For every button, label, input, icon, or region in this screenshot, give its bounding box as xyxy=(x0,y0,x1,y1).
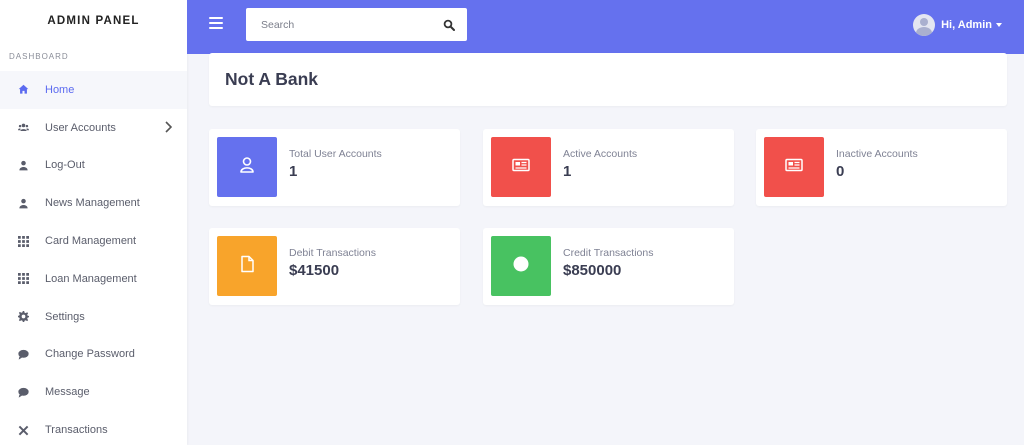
stat-card-total-user-accounts: Total User Accounts 1 xyxy=(209,129,460,206)
comment-icon xyxy=(18,349,29,360)
sidebar-item-change-password[interactable]: Change Password xyxy=(0,336,187,374)
sidebar-item-label: Message xyxy=(45,386,90,399)
sidebar-item-label: News Management xyxy=(45,197,140,210)
sidebar-item-news-management[interactable]: News Management xyxy=(0,184,187,222)
sidebar-item-transactions[interactable]: Transactions xyxy=(0,411,187,445)
brand-title: ADMIN PANEL xyxy=(47,14,140,27)
gear-icon xyxy=(18,311,29,323)
user-menu[interactable]: Hi, Admin xyxy=(913,14,1002,36)
stat-value: 1 xyxy=(563,163,572,180)
search-input[interactable] xyxy=(246,18,426,31)
sidebar-item-settings[interactable]: Settings xyxy=(0,298,187,336)
topbar: Hi, Admin xyxy=(187,0,1024,54)
stat-icon-box xyxy=(491,236,551,296)
sidebar-item-label: Home xyxy=(45,83,75,96)
stat-card-credit-transactions: Credit Transactions $850000 xyxy=(483,228,734,305)
newspaper-icon xyxy=(785,156,803,179)
stat-icon-box xyxy=(217,137,277,197)
newspaper-icon xyxy=(512,156,530,179)
grid-icon xyxy=(18,235,29,247)
stat-card-inactive-accounts: Inactive Accounts 0 xyxy=(756,129,1007,206)
page-title: Not A Bank xyxy=(225,69,319,89)
stat-label: Credit Transactions xyxy=(563,247,654,259)
circle-icon xyxy=(512,255,530,278)
page-title-card: Not A Bank xyxy=(209,53,1007,106)
sidebar-item-label: Log-Out xyxy=(45,159,85,172)
stat-label: Debit Transactions xyxy=(289,247,376,259)
stat-value: 1 xyxy=(289,163,298,180)
avatar xyxy=(913,14,936,36)
stat-card-active-accounts: Active Accounts 1 xyxy=(483,129,734,206)
sidebar-item-card-management[interactable]: Card Management xyxy=(0,222,187,260)
sidebar-item-loan-management[interactable]: Loan Management xyxy=(0,260,187,298)
sidebar-item-label: Settings xyxy=(45,310,85,323)
stat-value: $41500 xyxy=(289,262,340,279)
file-icon xyxy=(238,255,256,278)
caret-down-icon xyxy=(996,23,1002,27)
users-icon xyxy=(18,122,29,133)
search-box xyxy=(246,8,467,41)
stat-icon-box xyxy=(491,137,551,197)
sidebar-item-label: Loan Management xyxy=(45,272,137,285)
sidebar-item-log-out[interactable]: Log-Out xyxy=(0,147,187,185)
user-icon xyxy=(18,198,29,209)
sidebar-item-home[interactable]: Home xyxy=(0,71,187,109)
stat-label: Active Accounts xyxy=(563,148,638,160)
sidebar-item-user-accounts[interactable]: User Accounts xyxy=(0,109,187,147)
sidebar-item-message[interactable]: Message xyxy=(0,373,187,411)
stat-label: Total User Accounts xyxy=(289,148,382,160)
section-label: DASHBOARD xyxy=(9,52,69,61)
home-icon xyxy=(18,84,29,95)
sidebar-item-label: Transactions xyxy=(45,424,108,437)
comment-icon xyxy=(18,387,29,398)
sidebar: ADMIN PANEL DASHBOARD Home User Accounts… xyxy=(0,0,187,445)
search-icon[interactable] xyxy=(443,18,455,31)
menu-toggle-icon[interactable] xyxy=(209,17,223,31)
chevron-right-icon[interactable] xyxy=(164,121,173,133)
sidebar-nav: Home User Accounts Log-Out News Manageme… xyxy=(0,71,187,445)
stat-value: 0 xyxy=(836,163,845,180)
stat-icon-box xyxy=(764,137,824,197)
stat-icon-box xyxy=(217,236,277,296)
sidebar-item-label: User Accounts xyxy=(45,121,116,134)
tools-icon xyxy=(18,425,29,436)
user-icon xyxy=(18,160,29,171)
stat-card-debit-transactions: Debit Transactions $41500 xyxy=(209,228,460,305)
grid-icon xyxy=(18,273,29,285)
sidebar-item-label: Card Management xyxy=(45,235,137,248)
user-greeting: Hi, Admin xyxy=(941,19,992,31)
stat-label: Inactive Accounts xyxy=(836,148,918,160)
stat-value: $850000 xyxy=(563,262,622,279)
user-outline-icon xyxy=(238,156,256,179)
sidebar-item-label: Change Password xyxy=(45,348,135,361)
